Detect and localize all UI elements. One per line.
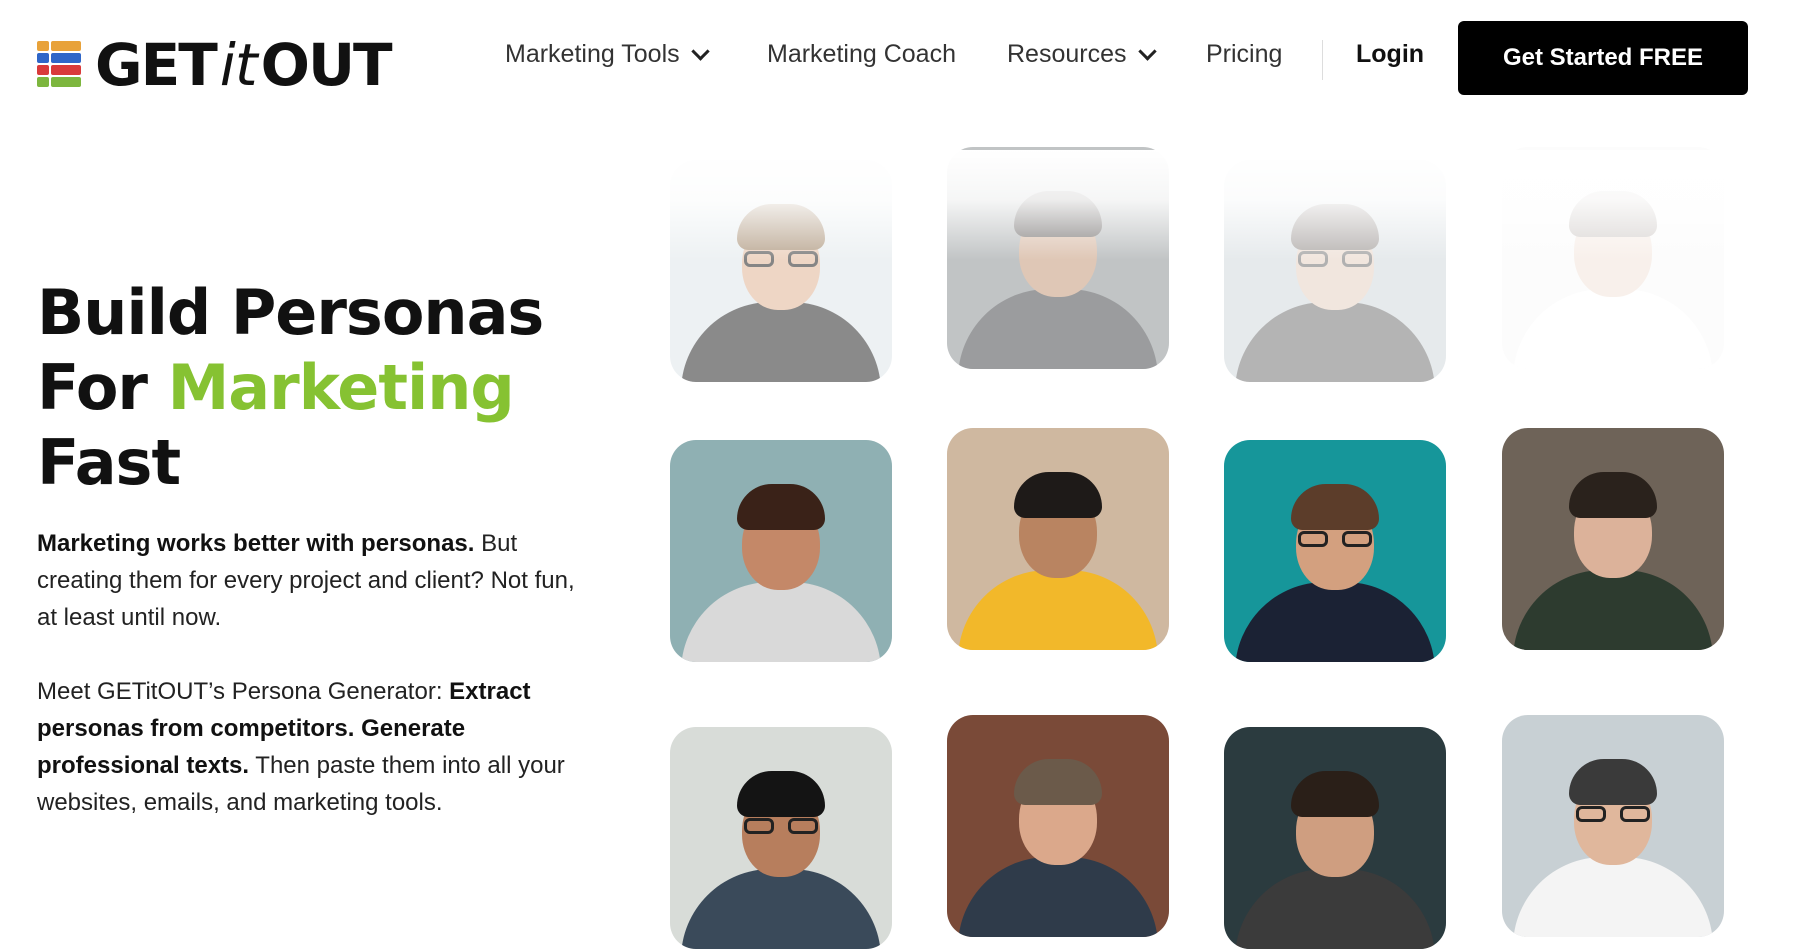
persona-body (1513, 570, 1713, 650)
nav-pricing[interactable]: Pricing (1206, 40, 1282, 69)
nav-pricing-label: Pricing (1206, 40, 1283, 68)
persona-woman-curly-hair (670, 440, 892, 662)
logo-it: it (219, 31, 258, 99)
hero-title-line3: Fast (37, 426, 181, 499)
persona-body (1513, 289, 1713, 369)
persona-glasses (1576, 806, 1650, 824)
persona-hair (1291, 484, 1379, 531)
persona-glasses (744, 818, 818, 836)
hero-p1-bold: Marketing works better with personas. (37, 530, 475, 557)
persona-hair (1569, 759, 1657, 806)
persona-man-dark-jacket (947, 147, 1169, 369)
nav-marketing-tools[interactable]: Marketing Tools (505, 40, 710, 69)
logo-wordmark: GETitOUT (95, 36, 393, 94)
persona-body (681, 582, 881, 662)
hero-paragraph-1: Marketing works better with personas. Bu… (37, 525, 577, 636)
logo-out: OUT (260, 31, 393, 99)
persona-body (1513, 857, 1713, 937)
persona-woman-glasses-longhair (670, 160, 892, 382)
hero-title: Build Personas For Marketing Fast (37, 275, 597, 500)
login-link[interactable]: Login (1356, 40, 1424, 69)
persona-hair (1014, 472, 1102, 519)
persona-body (1235, 869, 1435, 949)
nav-resources-label: Resources (1007, 40, 1127, 68)
getitout-logo[interactable]: GETitOUT (37, 36, 393, 94)
persona-body (681, 302, 881, 382)
chevron-down-icon (1137, 42, 1157, 61)
persona-hair (1291, 771, 1379, 818)
persona-hair (737, 771, 825, 818)
hero-title-line2-prefix: For (37, 351, 168, 424)
get-started-button[interactable]: Get Started FREE (1458, 21, 1748, 95)
persona-hair (1291, 204, 1379, 251)
persona-man-black-glasses (1502, 715, 1724, 937)
persona-man-dark-teal (1224, 727, 1446, 949)
persona-body (681, 869, 881, 949)
persona-man-yellow-shirt (947, 428, 1169, 650)
nav-divider (1322, 40, 1323, 80)
nav-marketing-coach-label: Marketing Coach (767, 40, 956, 68)
hero-p2-prefix: Meet GETitOUT’s Persona Generator: (37, 678, 450, 705)
persona-man-wood-backdrop (1502, 428, 1724, 650)
persona-glasses (1298, 251, 1372, 269)
persona-body (958, 857, 1158, 937)
persona-hair (737, 204, 825, 251)
persona-hair (1014, 191, 1102, 238)
persona-hair (1014, 759, 1102, 806)
persona-man-brick-wall (947, 715, 1169, 937)
persona-man-leather-jacket (1224, 160, 1446, 382)
nav-resources[interactable]: Resources (1007, 40, 1157, 69)
logo-get: GET (95, 31, 218, 99)
persona-woman-white-top (1502, 147, 1724, 369)
hero-paragraph-2: Meet GETitOUT’s Persona Generator: Extra… (37, 673, 577, 821)
persona-hair (737, 484, 825, 531)
persona-body (1235, 582, 1435, 662)
persona-body (958, 289, 1158, 369)
persona-hair (1569, 472, 1657, 519)
persona-man-glasses-beard (670, 727, 892, 949)
hero-title-line1: Build Personas (37, 276, 544, 349)
persona-glasses (1298, 531, 1372, 549)
persona-body (958, 570, 1158, 650)
logo-mark-icon (37, 41, 81, 89)
chevron-down-icon (690, 42, 710, 61)
persona-body (1235, 302, 1435, 382)
hero-title-highlight: Marketing (167, 351, 515, 424)
persona-glasses (744, 251, 818, 269)
persona-hair (1569, 191, 1657, 238)
persona-man-teal-backdrop (1224, 440, 1446, 662)
nav-marketing-coach[interactable]: Marketing Coach (767, 40, 956, 69)
nav-marketing-tools-label: Marketing Tools (505, 40, 680, 68)
site-header: GETitOUT Marketing Tools Marketing Coach… (0, 0, 1815, 120)
